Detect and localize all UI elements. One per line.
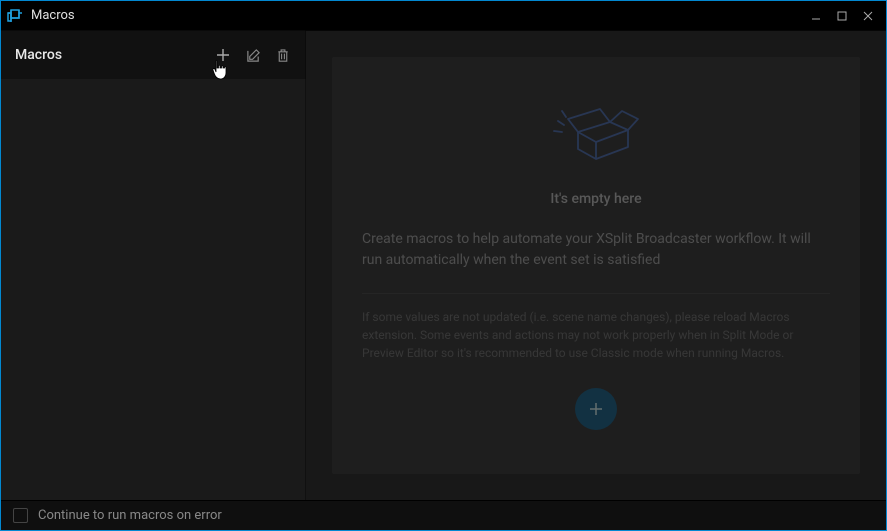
divider [362,293,830,294]
maximize-button[interactable] [832,6,852,26]
titlebar: Macros [1,1,886,31]
app-icon [7,8,23,24]
empty-heading: It's empty here [550,191,641,207]
sidebar-title: Macros [15,47,62,63]
create-macro-fab[interactable] [575,388,617,430]
note-text: If some values are not updated (i.e. sce… [362,308,830,362]
minimize-button[interactable] [806,6,826,26]
empty-description: Create macros to help automate your XSpl… [362,229,830,271]
add-macro-button[interactable] [214,46,232,64]
continue-on-error-checkbox[interactable] [13,508,28,523]
main-area: It's empty here Create macros to help au… [306,31,886,500]
sidebar-header: Macros [1,31,306,79]
delete-macro-button[interactable] [274,46,292,64]
sidebar: Macros [1,31,306,500]
empty-box-icon [550,97,642,173]
continue-on-error-label: Continue to run macros on error [38,508,222,523]
close-button[interactable] [858,6,878,26]
window-title: Macros [31,8,75,23]
edit-macro-button[interactable] [244,46,262,64]
empty-state-card: It's empty here Create macros to help au… [332,57,860,474]
footer: Continue to run macros on error [1,500,886,530]
